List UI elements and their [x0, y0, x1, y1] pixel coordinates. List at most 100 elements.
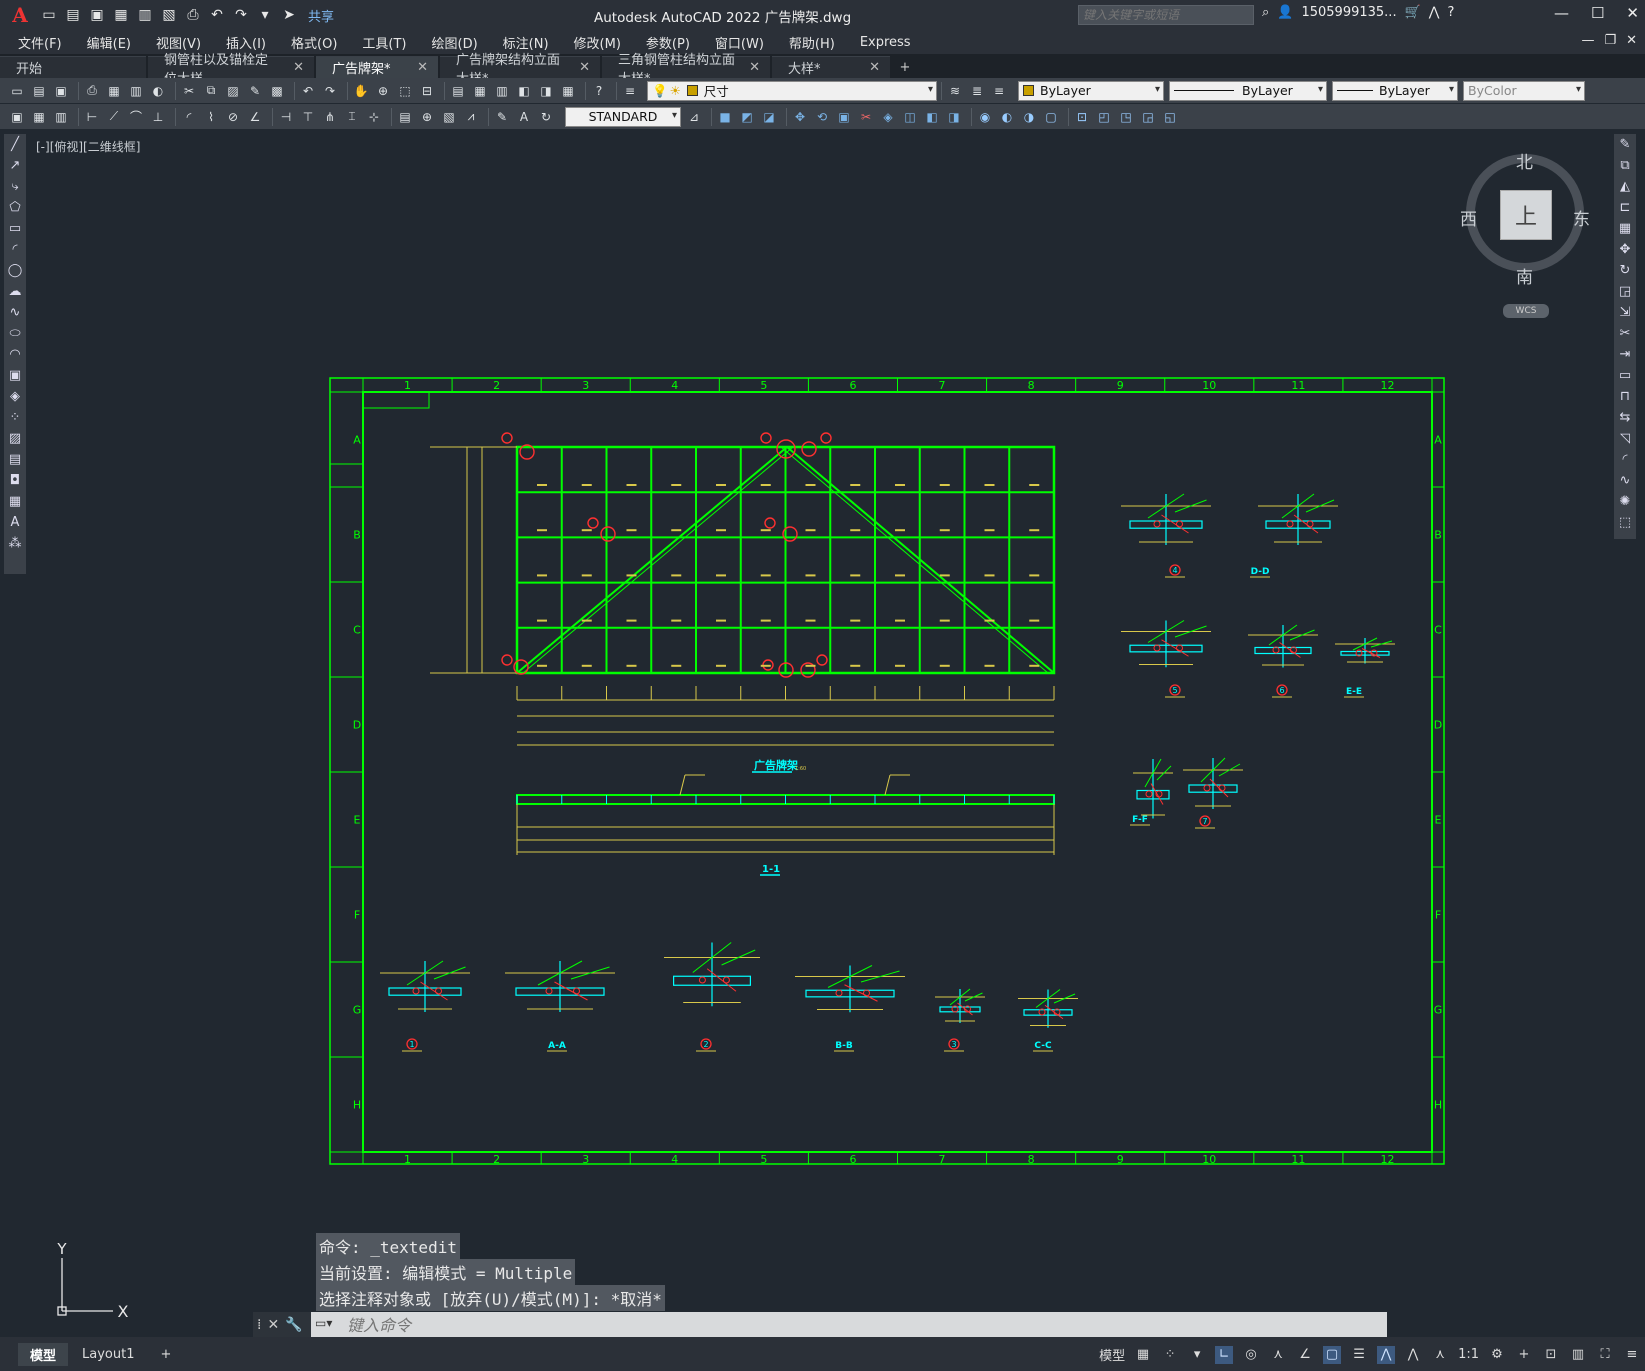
lineweight-icon[interactable]: ☰: [1350, 1346, 1368, 1364]
menu-item-4[interactable]: 格式(O): [291, 33, 337, 52]
rectangle-icon[interactable]: ▭: [4, 218, 26, 239]
annotation-scale-value[interactable]: 1:1: [1458, 1347, 1479, 1362]
plot-style-icon[interactable]: ▦: [30, 108, 48, 126]
tab-5[interactable]: 大样* ✕: [772, 56, 890, 78]
mirror-icon[interactable]: ◭: [1614, 176, 1636, 197]
cone-icon[interactable]: ◪: [760, 108, 778, 126]
erase-icon[interactable]: ✎: [1614, 134, 1636, 155]
user-name[interactable]: 1505999135...: [1301, 5, 1396, 20]
new-icon[interactable]: ▭: [8, 82, 26, 100]
flatshot-icon[interactable]: ◧: [923, 108, 941, 126]
intersect-icon[interactable]: ◑: [1020, 108, 1038, 126]
grip-icon[interactable]: ⁞: [257, 1317, 261, 1333]
calculator-icon[interactable]: ▦: [559, 82, 577, 100]
menu-item-1[interactable]: 编辑(E): [87, 33, 131, 52]
close-button[interactable]: ✕: [1626, 4, 1639, 22]
linear-dim-icon[interactable]: ⊢: [83, 108, 101, 126]
section-icon[interactable]: ◫: [901, 108, 919, 126]
publish-icon[interactable]: ▥: [136, 6, 154, 24]
dim-space-icon[interactable]: ⌶: [343, 108, 361, 126]
cart-icon[interactable]: 🛒: [1405, 5, 1421, 20]
gradient-icon[interactable]: ▤: [4, 449, 26, 470]
add-selected-icon[interactable]: ⁂: [4, 533, 26, 554]
view-icon[interactable]: ◰: [1095, 108, 1113, 126]
break-icon[interactable]: ⊓: [1614, 386, 1636, 407]
new-tab-button[interactable]: +: [892, 56, 918, 78]
search-input[interactable]: [1078, 5, 1254, 25]
visual-style-icon[interactable]: ◳: [1117, 108, 1135, 126]
tab-close-icon[interactable]: ✕: [417, 60, 428, 75]
arc-length-icon[interactable]: ⌒: [127, 108, 145, 126]
box-icon[interactable]: ■: [716, 108, 734, 126]
help-icon[interactable]: ?: [590, 82, 608, 100]
explode-icon[interactable]: ✺: [1614, 491, 1636, 512]
open-icon[interactable]: ▤: [30, 82, 48, 100]
menu-item-8[interactable]: 修改(M): [574, 33, 621, 52]
ordinate-dim-icon[interactable]: ⊥: [149, 108, 167, 126]
viewport-controls-label[interactable]: [-][俯视][二维线框]: [36, 138, 140, 155]
model-space-button[interactable]: 模型: [1099, 1345, 1125, 1364]
tab-2[interactable]: 广告牌架* ✕: [316, 56, 438, 78]
user-icon[interactable]: 👤: [1277, 5, 1293, 20]
grid-icon[interactable]: ▦: [1134, 1346, 1152, 1364]
zoom-window-icon[interactable]: ⬚: [396, 82, 414, 100]
doc-restore-button[interactable]: ❐: [1604, 33, 1616, 48]
quick-dim-icon[interactable]: ⊣: [277, 108, 295, 126]
tab-close-icon[interactable]: ✕: [869, 60, 880, 75]
offset-icon[interactable]: ⊏: [1614, 197, 1636, 218]
stretch-icon[interactable]: ⇲: [1614, 302, 1636, 323]
render-icon[interactable]: ◲: [1139, 108, 1157, 126]
paste-icon[interactable]: ▨: [224, 82, 242, 100]
undo-icon[interactable]: ↶: [208, 6, 226, 24]
ellipse-arc-icon[interactable]: ◠: [4, 344, 26, 365]
block-editor-icon[interactable]: ▩: [268, 82, 286, 100]
construction-line-icon[interactable]: ↗: [4, 155, 26, 176]
save-icon[interactable]: ▣: [52, 82, 70, 100]
snap-icon[interactable]: ⁘: [1161, 1346, 1179, 1364]
ellipse-icon[interactable]: ⬭: [4, 323, 26, 344]
viewcube-east[interactable]: 东: [1573, 205, 1590, 230]
dim-break-icon[interactable]: ⊹: [365, 108, 383, 126]
3d-print-icon[interactable]: ◐: [149, 82, 167, 100]
align-3d-icon[interactable]: ▣: [835, 108, 853, 126]
drawing-canvas[interactable]: 112233445566778899101011111212A AB BC CD DE E…: [0, 0, 1645, 1371]
center-mark-icon[interactable]: ⊕: [418, 108, 436, 126]
doc-minimize-button[interactable]: —: [1581, 33, 1594, 48]
trim-icon[interactable]: ✂: [1614, 323, 1636, 344]
autodesk-icon[interactable]: ⋀: [1429, 5, 1440, 20]
blend-icon[interactable]: ∿: [1614, 470, 1636, 491]
markup-icon[interactable]: ◨: [537, 82, 555, 100]
annotation-visibility-icon[interactable]: ⋀: [1377, 1345, 1396, 1364]
zoom-realtime-icon[interactable]: ⊕: [374, 82, 392, 100]
extend-icon[interactable]: ⇥: [1614, 344, 1636, 365]
design-center-icon[interactable]: ▦: [471, 82, 489, 100]
tab-close-icon[interactable]: ✕: [293, 60, 304, 75]
move-icon[interactable]: ✥: [1614, 239, 1636, 260]
polar-icon[interactable]: ◎: [1242, 1346, 1260, 1364]
move-3d-icon[interactable]: ✥: [791, 108, 809, 126]
dim-update-icon[interactable]: ↻: [537, 108, 555, 126]
baseline-dim-icon[interactable]: ⊤: [299, 108, 317, 126]
jogged-dim-icon[interactable]: ⌇: [202, 108, 220, 126]
annotation-scale-icon[interactable]: ⋏: [1431, 1346, 1449, 1364]
clean-screen-icon[interactable]: ⛶: [1596, 1346, 1614, 1364]
mtext-icon[interactable]: A: [4, 512, 26, 533]
ortho-icon[interactable]: ∟: [1215, 1345, 1234, 1364]
diameter-dim-icon[interactable]: ⊘: [224, 108, 242, 126]
menu-item-5[interactable]: 工具(T): [362, 33, 406, 52]
model-layout-tab[interactable]: 模型: [18, 1342, 69, 1366]
inspect-icon[interactable]: ▧: [440, 108, 458, 126]
viewcube-north[interactable]: 北: [1516, 148, 1533, 173]
spline-icon[interactable]: ∿: [4, 302, 26, 323]
match-properties-icon[interactable]: ✎: [246, 82, 264, 100]
menu-item-12[interactable]: Express: [860, 35, 911, 50]
break-at-point-icon[interactable]: ▭: [1614, 365, 1636, 386]
new-file-icon[interactable]: ▭: [40, 6, 58, 24]
copy-icon[interactable]: ⧉: [1614, 155, 1636, 176]
aligned-dim-icon[interactable]: ⟋: [105, 108, 123, 126]
lineweight-dropdown[interactable]: ByLayer ▾: [1332, 80, 1458, 101]
extract-edges-icon[interactable]: ◨: [945, 108, 963, 126]
quick-properties-icon[interactable]: ▥: [1569, 1346, 1587, 1364]
help-icon[interactable]: ?: [1447, 5, 1454, 20]
cut-icon[interactable]: ✂: [180, 82, 198, 100]
